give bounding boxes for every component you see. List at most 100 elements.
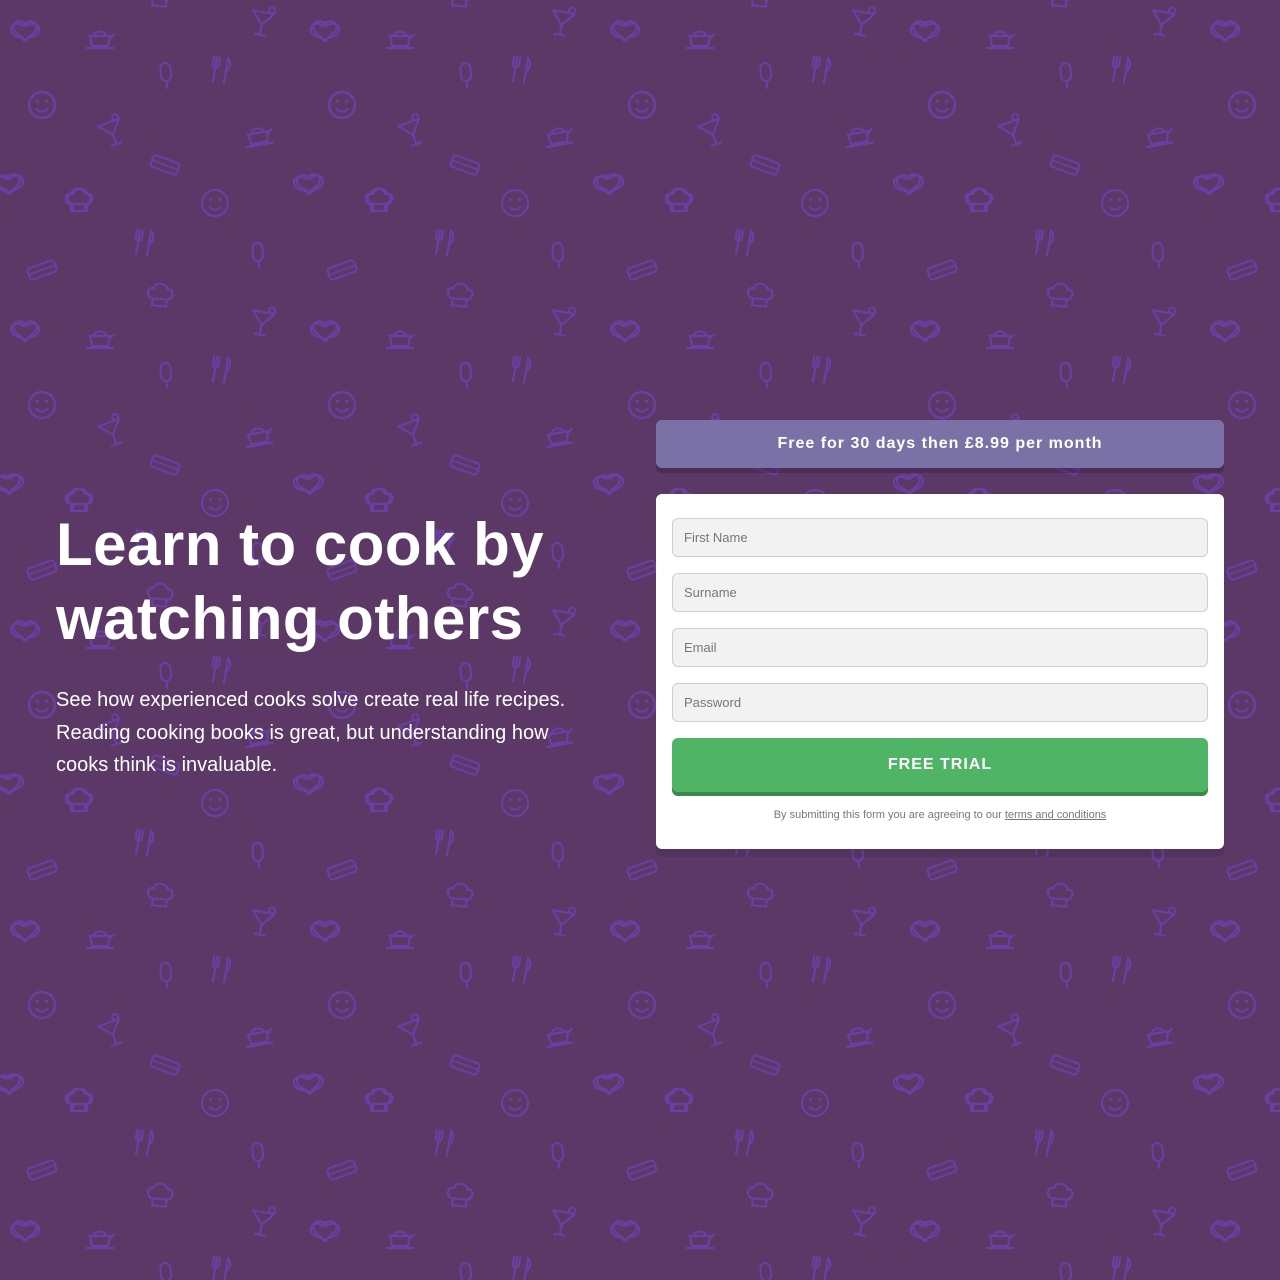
cocktail-icon <box>995 1012 1028 1050</box>
smiley-icon <box>627 390 657 420</box>
teapot-icon <box>384 1230 417 1250</box>
chef-hat-icon <box>745 0 775 9</box>
smiley-icon <box>500 1088 530 1118</box>
cake-icon <box>25 258 59 282</box>
teapot-icon <box>384 930 417 950</box>
smiley-icon <box>200 788 230 818</box>
teapot-icon <box>984 930 1017 950</box>
chef-hat-icon <box>1266 787 1280 813</box>
cake-icon <box>1225 1158 1259 1182</box>
cake-icon <box>1225 558 1259 582</box>
first-name-input[interactable] <box>672 518 1208 557</box>
cake-icon <box>1225 858 1259 882</box>
cutlery-icon <box>808 354 833 386</box>
cake-icon <box>148 1053 182 1077</box>
cake-icon <box>325 858 359 882</box>
ice-cream-icon <box>158 61 174 91</box>
cake-icon <box>325 1158 359 1182</box>
cake-icon <box>925 858 959 882</box>
cutlery-icon <box>808 54 833 86</box>
cake-icon <box>625 558 659 582</box>
smiley-icon <box>627 690 657 720</box>
email-input[interactable] <box>672 628 1208 667</box>
cutlery-icon <box>508 1254 533 1280</box>
smiley-icon <box>1227 690 1257 720</box>
ice-cream-icon <box>1150 241 1166 271</box>
teapot-icon <box>384 30 417 50</box>
smiley-icon <box>200 188 230 218</box>
smiley-icon <box>927 390 957 420</box>
ice-cream-icon <box>850 1141 866 1171</box>
cocktail-icon <box>547 303 577 338</box>
cake-icon <box>448 453 482 477</box>
cocktail-icon <box>247 903 277 938</box>
teapot-icon <box>84 1230 117 1250</box>
cocktail-icon <box>95 112 128 150</box>
smiley-icon <box>927 990 957 1020</box>
cocktail-icon <box>1147 3 1177 38</box>
cake-icon <box>625 1158 659 1182</box>
chef-hat-icon <box>445 881 475 909</box>
smiley-icon <box>627 990 657 1020</box>
teapot-icon <box>684 930 717 950</box>
cake-icon <box>1225 258 1259 282</box>
cutlery-icon <box>508 54 533 86</box>
teapot-icon <box>241 124 276 149</box>
cutlery-icon <box>131 827 156 859</box>
signup-form: FREE TRIAL By submitting this form you a… <box>656 494 1224 849</box>
cutlery-icon <box>808 954 833 986</box>
cocktail-icon <box>247 303 277 338</box>
surname-input[interactable] <box>672 573 1208 612</box>
ice-cream-icon <box>458 961 474 991</box>
cake-icon <box>625 858 659 882</box>
ice-cream-icon <box>550 241 566 271</box>
cocktail-icon <box>847 3 877 38</box>
cake-icon <box>1048 153 1082 177</box>
chef-hat-icon <box>145 281 175 309</box>
cake-icon <box>448 153 482 177</box>
cutlery-icon <box>131 227 156 259</box>
cutlery-icon <box>431 1127 456 1159</box>
ice-cream-icon <box>458 361 474 391</box>
teapot-icon <box>684 30 717 50</box>
smiley-icon <box>27 990 57 1020</box>
chef-hat-icon <box>145 0 175 9</box>
cocktail-icon <box>247 1203 277 1238</box>
password-input[interactable] <box>672 683 1208 722</box>
terms-link[interactable]: terms and conditions <box>1005 809 1107 821</box>
smiley-icon <box>927 90 957 120</box>
free-trial-button[interactable]: FREE TRIAL <box>672 738 1208 792</box>
ice-cream-icon <box>758 961 774 991</box>
smiley-icon <box>1227 990 1257 1020</box>
smiley-icon <box>500 188 530 218</box>
smiley-icon <box>27 690 57 720</box>
ice-cream-icon <box>250 1141 266 1171</box>
cake-icon <box>925 1158 959 1182</box>
chef-hat-icon <box>1045 1181 1075 1209</box>
cake-icon <box>25 558 59 582</box>
teapot-icon <box>841 1024 876 1049</box>
teapot-icon <box>541 1024 576 1049</box>
smiley-icon <box>627 90 657 120</box>
ice-cream-icon <box>250 841 266 871</box>
chef-hat-icon <box>145 1181 175 1209</box>
cutlery-icon <box>1108 1254 1133 1280</box>
cake-icon <box>25 1158 59 1182</box>
chef-hat-icon <box>1266 1087 1280 1113</box>
smiley-icon <box>27 390 57 420</box>
ice-cream-icon <box>850 241 866 271</box>
smiley-icon <box>27 90 57 120</box>
cocktail-icon <box>847 903 877 938</box>
chef-hat-icon <box>145 881 175 909</box>
smiley-icon <box>1100 188 1130 218</box>
ice-cream-icon <box>550 1141 566 1171</box>
teapot-icon <box>1141 124 1176 149</box>
smiley-icon <box>1100 1088 1130 1118</box>
cutlery-icon <box>208 1254 233 1280</box>
ice-cream-icon <box>158 361 174 391</box>
chef-hat-icon <box>1045 881 1075 909</box>
smiley-icon <box>1227 390 1257 420</box>
cocktail-icon <box>95 412 128 450</box>
teapot-icon <box>684 330 717 350</box>
cutlery-icon <box>131 1127 156 1159</box>
